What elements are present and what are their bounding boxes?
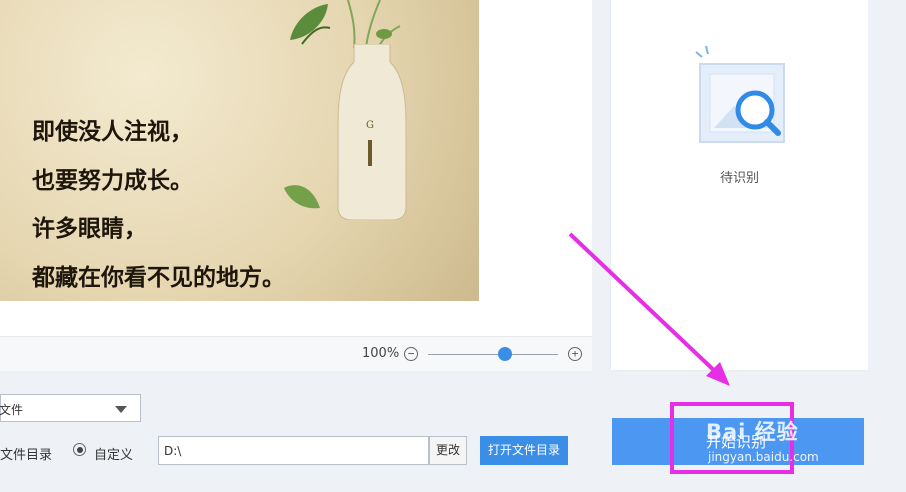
watermark-url: jingyan.baidu.com (708, 450, 819, 464)
zoom-slider-handle[interactable] (498, 347, 512, 361)
preview-image: G 即使没人注视， 也要努力成长。 许多眼睛， 都藏在你看不见的地方。 (0, 0, 479, 301)
format-dropdown[interactable]: 文件 (0, 394, 141, 422)
chevron-down-icon (115, 406, 127, 413)
custom-dir-radio[interactable] (73, 443, 86, 456)
image-preview-panel: G 即使没人注视， 也要努力成长。 许多眼睛， 都藏在你看不见的地方。 100%… (0, 0, 592, 371)
custom-dir-label[interactable]: 自定义 (94, 444, 133, 463)
annotation-arrow (568, 232, 730, 386)
watermark-logo: Bai 经验 (706, 420, 799, 444)
fallen-leaf (284, 185, 320, 209)
plant-stems (347, 0, 401, 49)
output-path-input[interactable]: D:\ (158, 436, 429, 465)
open-folder-button[interactable]: 打开文件目录 (480, 436, 568, 465)
quote-line: 许多眼睛， (32, 215, 147, 242)
zoom-slider-track[interactable] (428, 354, 558, 355)
zoom-toolbar: 100% − + (0, 336, 592, 371)
output-dir-option-label[interactable]: 文件目录 (0, 444, 52, 463)
side-gutter (868, 0, 906, 370)
change-path-button[interactable]: 更改 (429, 436, 467, 465)
zoom-out-icon[interactable]: − (404, 347, 418, 361)
zoom-percent: 100% (362, 346, 400, 361)
quote-line: 即使没人注视， (32, 118, 193, 145)
status-label: 待识别 (719, 171, 759, 186)
format-dropdown-value: 文件 (0, 403, 24, 417)
quote-line: 也要努力成长。 (32, 166, 193, 194)
vase-illustration: G (337, 44, 407, 220)
quote-line: 都藏在你看不见的地方。 (32, 263, 285, 291)
quote-text: 即使没人注视， 也要努力成长。 许多眼睛， 都藏在你看不见的地方。 (32, 108, 285, 301)
svg-text:G: G (366, 120, 374, 131)
plant-leaves (290, 4, 331, 45)
image-search-icon (695, 45, 785, 143)
